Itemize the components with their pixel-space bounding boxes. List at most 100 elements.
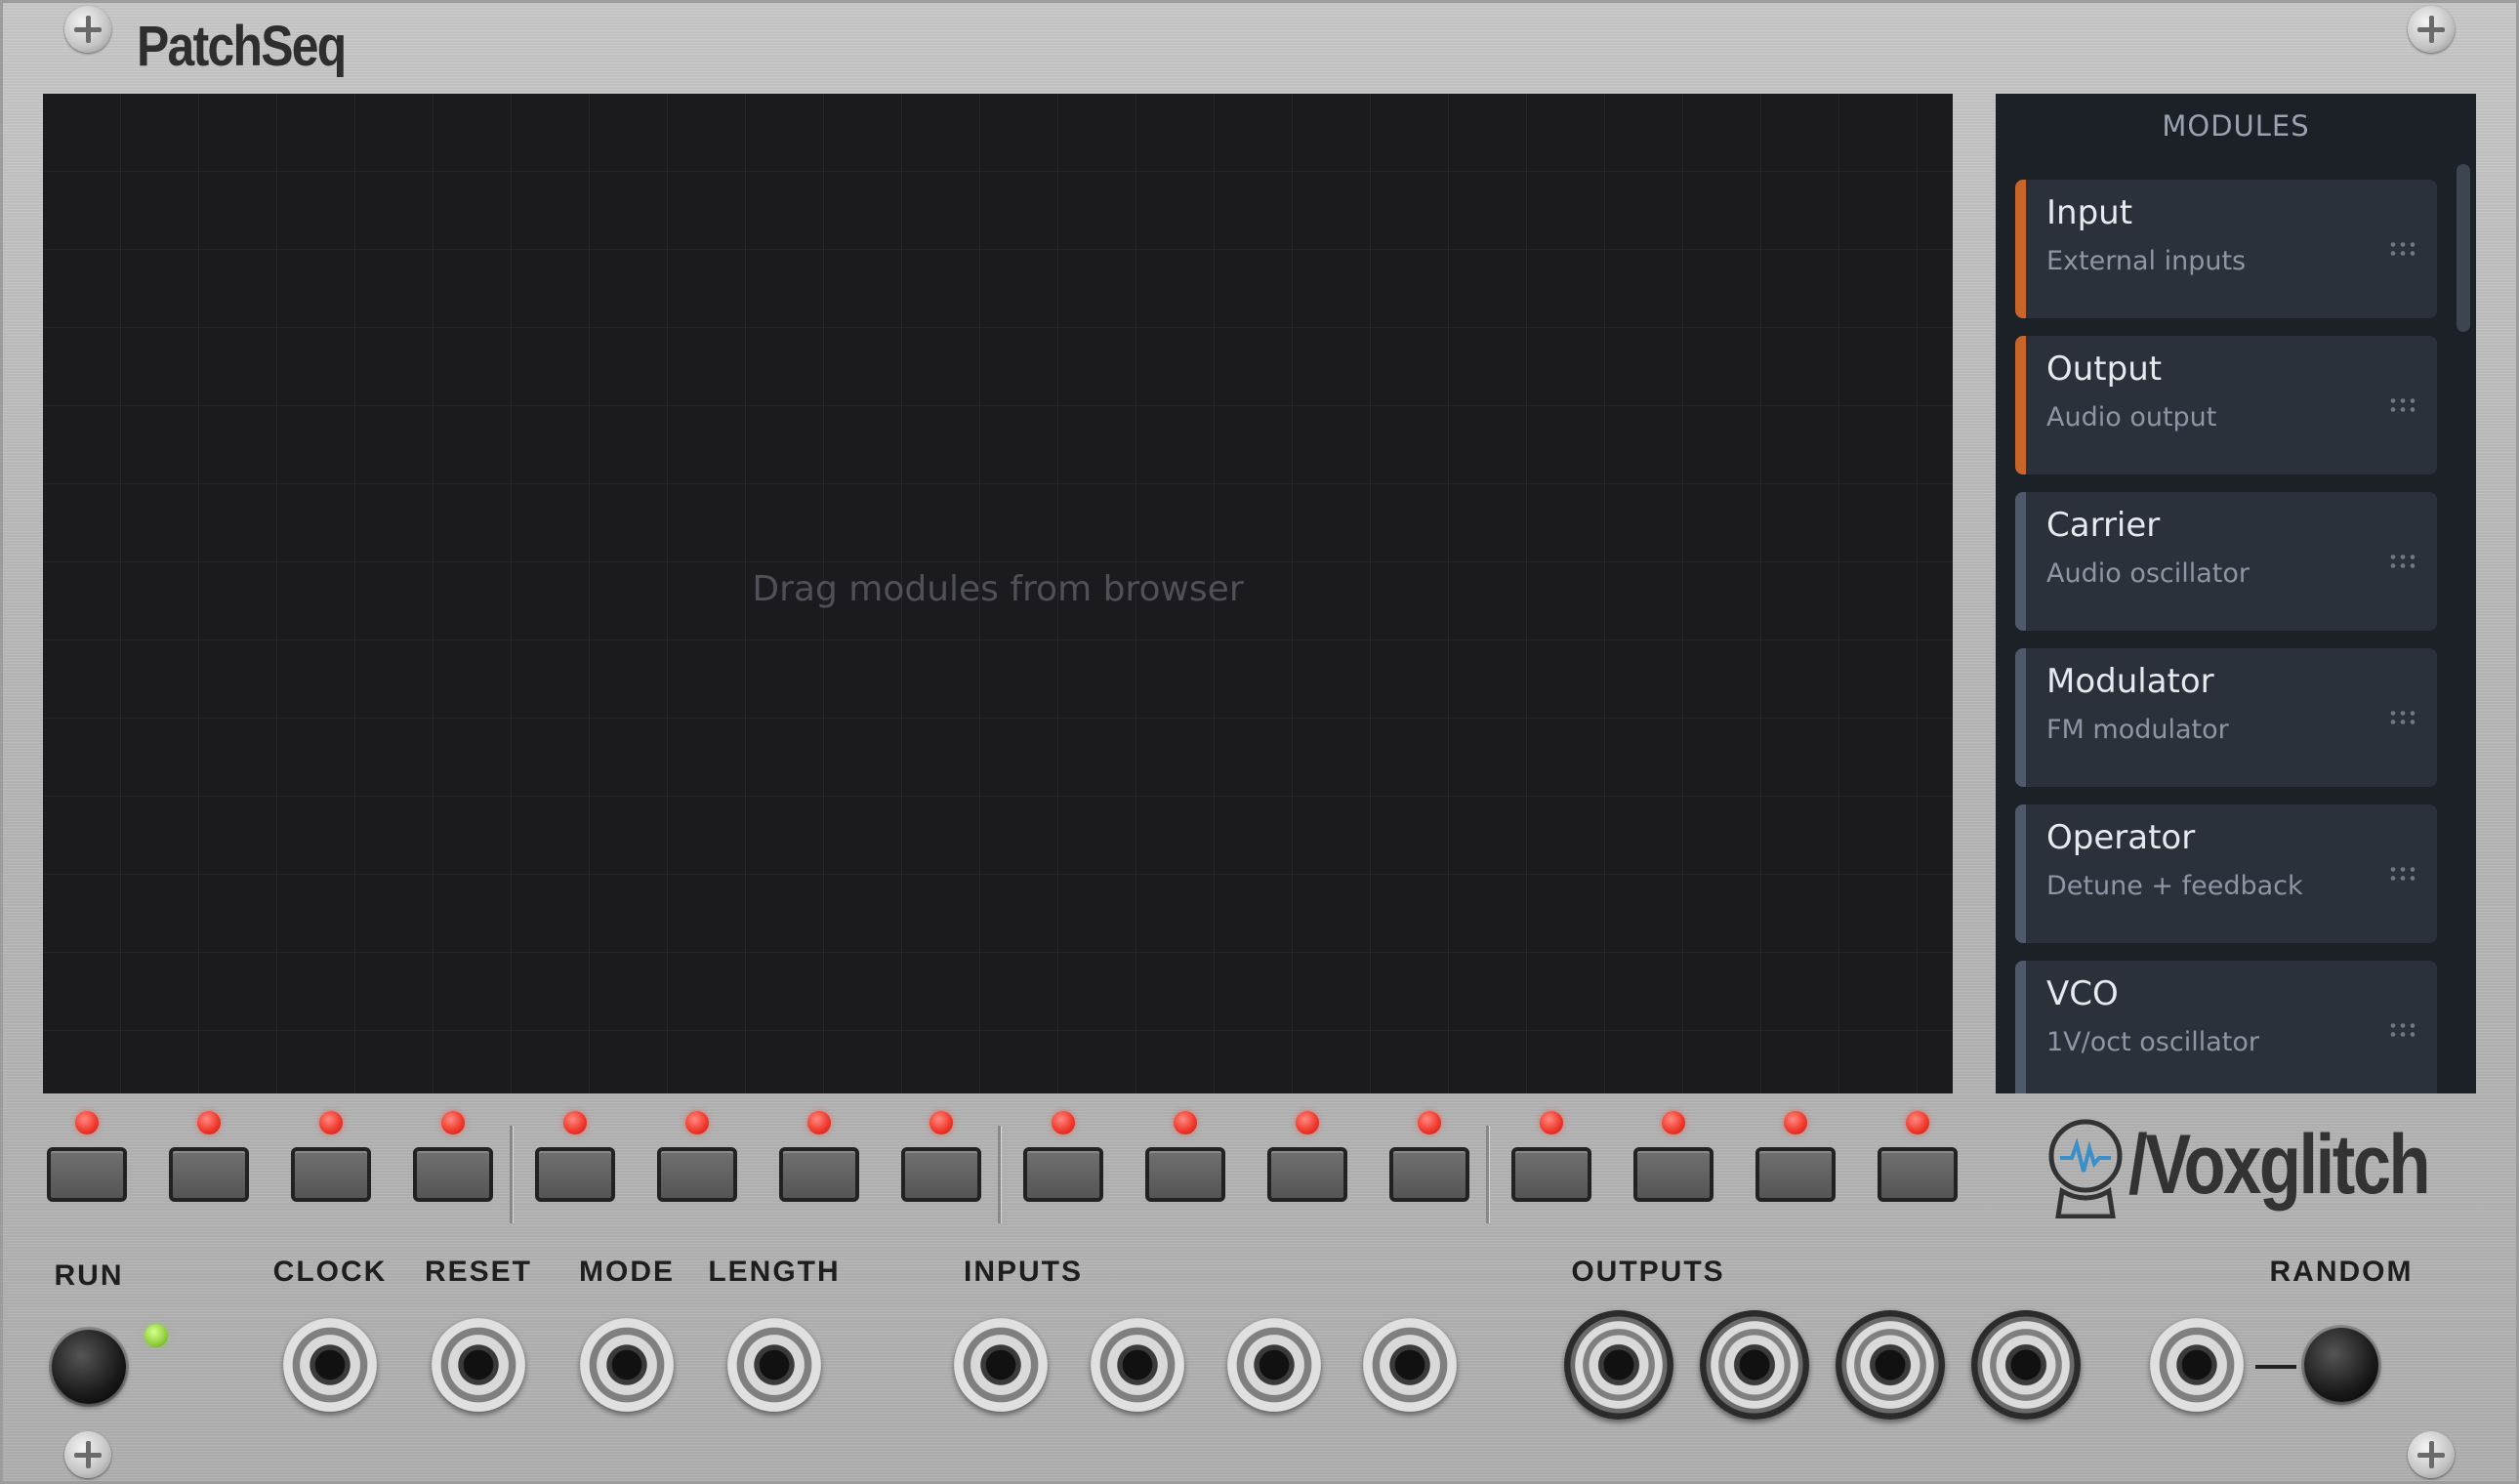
step-11[interactable] (1265, 1098, 1349, 1206)
random-button[interactable] (2304, 1328, 2378, 1402)
reset-label: RESET (424, 1256, 533, 1288)
step-button[interactable] (1145, 1147, 1225, 1202)
step-button[interactable] (535, 1147, 615, 1202)
input-jack-3[interactable] (1227, 1318, 1321, 1412)
step-led (441, 1111, 465, 1134)
step-button[interactable] (1633, 1147, 1714, 1202)
step-button[interactable] (1023, 1147, 1103, 1202)
module-card-input[interactable]: Input External inputs (2015, 180, 2437, 318)
input-jack-4[interactable] (1363, 1318, 1457, 1412)
step-led (197, 1111, 221, 1134)
voxglitch-brand-text: /Voxglitch (2128, 1118, 2431, 1212)
length-label: LENGTH (708, 1256, 841, 1288)
step-2[interactable] (167, 1098, 251, 1206)
drag-handle-icon[interactable] (2388, 240, 2417, 258)
step-led (1906, 1111, 1929, 1134)
step-7[interactable] (777, 1098, 861, 1206)
patch-canvas[interactable]: Drag modules from browser (43, 94, 1953, 1093)
step-12[interactable] (1387, 1098, 1471, 1206)
step-group-divider (998, 1126, 1001, 1223)
robot-mascot-icon (2048, 1119, 2123, 1218)
module-description: Detune + feedback (2046, 871, 2303, 901)
module-title: PatchSeq (137, 15, 347, 78)
drag-handle-icon[interactable] (2388, 709, 2417, 726)
output-jack-1[interactable] (1564, 1310, 1673, 1420)
step-15[interactable] (1754, 1098, 1838, 1206)
module-category-stripe (2015, 648, 2026, 787)
output-jack-2[interactable] (1700, 1310, 1809, 1420)
length-input-jack[interactable] (727, 1318, 821, 1412)
step-led (1662, 1111, 1685, 1134)
inputs-label: INPUTS (963, 1256, 1084, 1288)
module-category-stripe (2015, 336, 2026, 474)
step-button[interactable] (47, 1147, 127, 1202)
reset-input-jack[interactable] (432, 1318, 525, 1412)
step-9[interactable] (1021, 1098, 1105, 1206)
step-button[interactable] (901, 1147, 981, 1202)
step-led (1174, 1111, 1197, 1134)
step-button[interactable] (1389, 1147, 1469, 1202)
input-jack-2[interactable] (1091, 1318, 1184, 1412)
step-led (75, 1111, 99, 1134)
module-card-output[interactable]: Output Audio output (2015, 336, 2437, 474)
run-button[interactable] (52, 1330, 126, 1404)
mode-input-jack[interactable] (580, 1318, 674, 1412)
step-button[interactable] (169, 1147, 249, 1202)
step-led (1784, 1111, 1807, 1134)
drag-handle-icon[interactable] (2388, 396, 2417, 414)
step-led (1296, 1111, 1319, 1134)
step-13[interactable] (1509, 1098, 1593, 1206)
random-trigger-jack[interactable] (2150, 1318, 2244, 1412)
canvas-empty-hint: Drag modules from browser (752, 569, 1244, 609)
step-button[interactable] (291, 1147, 371, 1202)
step-button[interactable] (1511, 1147, 1591, 1202)
drag-handle-icon[interactable] (2388, 553, 2417, 570)
module-browser-title: MODULES (2162, 109, 2310, 143)
step-led (685, 1111, 709, 1134)
clock-input-jack[interactable] (283, 1318, 377, 1412)
screw-icon (64, 6, 111, 53)
random-label: RANDOM (2269, 1256, 2414, 1288)
module-browser[interactable]: MODULES Input External inputs Output Aud… (1996, 94, 2476, 1093)
module-category-stripe (2015, 492, 2026, 631)
step-3[interactable] (289, 1098, 373, 1206)
output-jack-4[interactable] (1971, 1310, 2081, 1420)
step-led (929, 1111, 953, 1134)
module-name: Modulator (2046, 662, 2214, 701)
step-group-divider (510, 1126, 513, 1223)
step-button[interactable] (413, 1147, 493, 1202)
mode-label: MODE (579, 1256, 675, 1288)
step-button[interactable] (1267, 1147, 1347, 1202)
module-description: Audio oscillator (2046, 558, 2251, 589)
step-5[interactable] (533, 1098, 617, 1206)
input-jack-1[interactable] (954, 1318, 1048, 1412)
module-name: Output (2046, 350, 2163, 389)
module-description: External inputs (2046, 246, 2247, 276)
module-description: 1V/oct oscillator (2046, 1027, 2259, 1057)
step-button[interactable] (1755, 1147, 1836, 1202)
drag-handle-icon[interactable] (2388, 1021, 2417, 1039)
step-button[interactable] (657, 1147, 737, 1202)
step-led (319, 1111, 343, 1134)
random-connector-line (2255, 1365, 2296, 1369)
step-1[interactable] (45, 1098, 129, 1206)
step-button[interactable] (779, 1147, 859, 1202)
step-16[interactable] (1876, 1098, 1960, 1206)
drag-handle-icon[interactable] (2388, 865, 2417, 883)
step-led (1052, 1111, 1075, 1134)
step-8[interactable] (899, 1098, 983, 1206)
module-card-modulator[interactable]: Modulator FM modulator (2015, 648, 2437, 787)
step-10[interactable] (1143, 1098, 1227, 1206)
step-4[interactable] (411, 1098, 495, 1206)
voxglitch-logo: /Voxglitch (2041, 1113, 2480, 1220)
step-14[interactable] (1631, 1098, 1715, 1206)
module-card-carrier[interactable]: Carrier Audio oscillator (2015, 492, 2437, 631)
step-6[interactable] (655, 1098, 739, 1206)
step-led (807, 1111, 831, 1134)
output-jack-3[interactable] (1836, 1310, 1945, 1420)
module-card-vco[interactable]: VCO 1V/oct oscillator (2015, 961, 2437, 1093)
step-button[interactable] (1878, 1147, 1958, 1202)
module-browser-scrollbar[interactable] (2457, 164, 2470, 332)
module-card-operator[interactable]: Operator Detune + feedback (2015, 804, 2437, 943)
step-led (1540, 1111, 1563, 1134)
